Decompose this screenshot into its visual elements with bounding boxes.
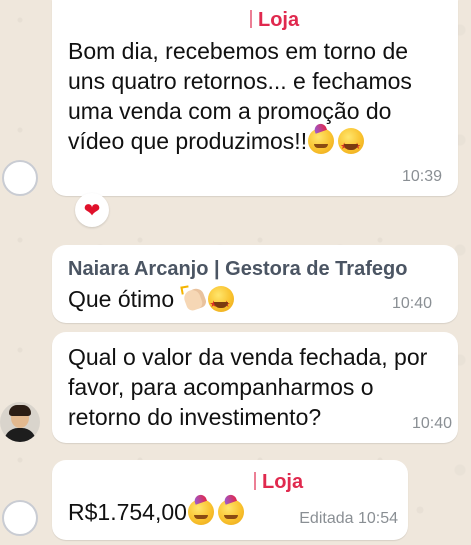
partying-face-icon bbox=[308, 128, 335, 154]
avatar[interactable] bbox=[0, 402, 40, 442]
sender-bar bbox=[250, 10, 252, 28]
avatar-body bbox=[4, 428, 36, 442]
message-time: 10:40 bbox=[411, 415, 452, 432]
message-line: uma venda com a promoção do bbox=[68, 98, 392, 124]
message-text-label: Que ótimo bbox=[68, 286, 175, 312]
message-time: 10:39 bbox=[401, 168, 442, 185]
message-time: Editada 10:54 bbox=[299, 510, 398, 527]
message-time: 10:40 bbox=[391, 295, 432, 312]
sender-name[interactable]: Naiara Arcanjo | Gestora de Trafego bbox=[68, 257, 407, 281]
message-line: Qual o valor da venda fechada, por bbox=[68, 344, 428, 370]
message-line-text: vídeo que produzimos!! bbox=[68, 128, 308, 154]
partying-face-icon bbox=[217, 499, 244, 525]
star-struck-icon bbox=[338, 128, 365, 162]
sender-bar bbox=[254, 472, 256, 490]
message-bubble-3[interactable]: Qual o valor da venda fechada, por favor… bbox=[52, 332, 458, 443]
message-line: uns quatro retornos... e fechamos bbox=[68, 68, 412, 94]
message-bubble-4[interactable]: Loja R$1.754,00 Editada 10:54 bbox=[52, 460, 408, 540]
partying-face-icon bbox=[187, 499, 214, 525]
clapping-hands-icon bbox=[181, 286, 207, 312]
message-line: Bom dia, recebemos em torno de bbox=[68, 38, 409, 64]
sender-label: Loja bbox=[258, 9, 300, 31]
message-text-label: R$1.754,00 bbox=[68, 499, 187, 525]
heart-reaction-icon[interactable]: ❤ bbox=[75, 193, 109, 227]
avatar[interactable] bbox=[2, 160, 38, 196]
avatar[interactable] bbox=[2, 500, 38, 536]
star-struck-icon bbox=[207, 286, 234, 320]
sender-name[interactable]: Loja bbox=[254, 470, 303, 494]
avatar-hair bbox=[9, 405, 31, 416]
sender-label: Loja bbox=[262, 471, 304, 493]
message-bubble-2[interactable]: Naiara Arcanjo | Gestora de Trafego Que … bbox=[52, 245, 458, 323]
message-line: vídeo que produzimos!! bbox=[68, 126, 453, 162]
message-line: retorno do investimento? bbox=[68, 404, 322, 430]
message-bubble-1[interactable]: Loja Bom dia, recebemos em torno de uns … bbox=[52, 0, 458, 196]
sender-name[interactable]: Loja bbox=[250, 8, 299, 32]
message-text: Qual o valor da venda fechada, por favor… bbox=[68, 342, 458, 432]
message-line: favor, para acompanharmos o bbox=[68, 374, 374, 400]
message-text: Que ótimo bbox=[68, 284, 368, 320]
message-text: Bom dia, recebemos em torno de uns quatr… bbox=[68, 36, 453, 162]
message-text: R$1.754,00 bbox=[68, 497, 288, 527]
